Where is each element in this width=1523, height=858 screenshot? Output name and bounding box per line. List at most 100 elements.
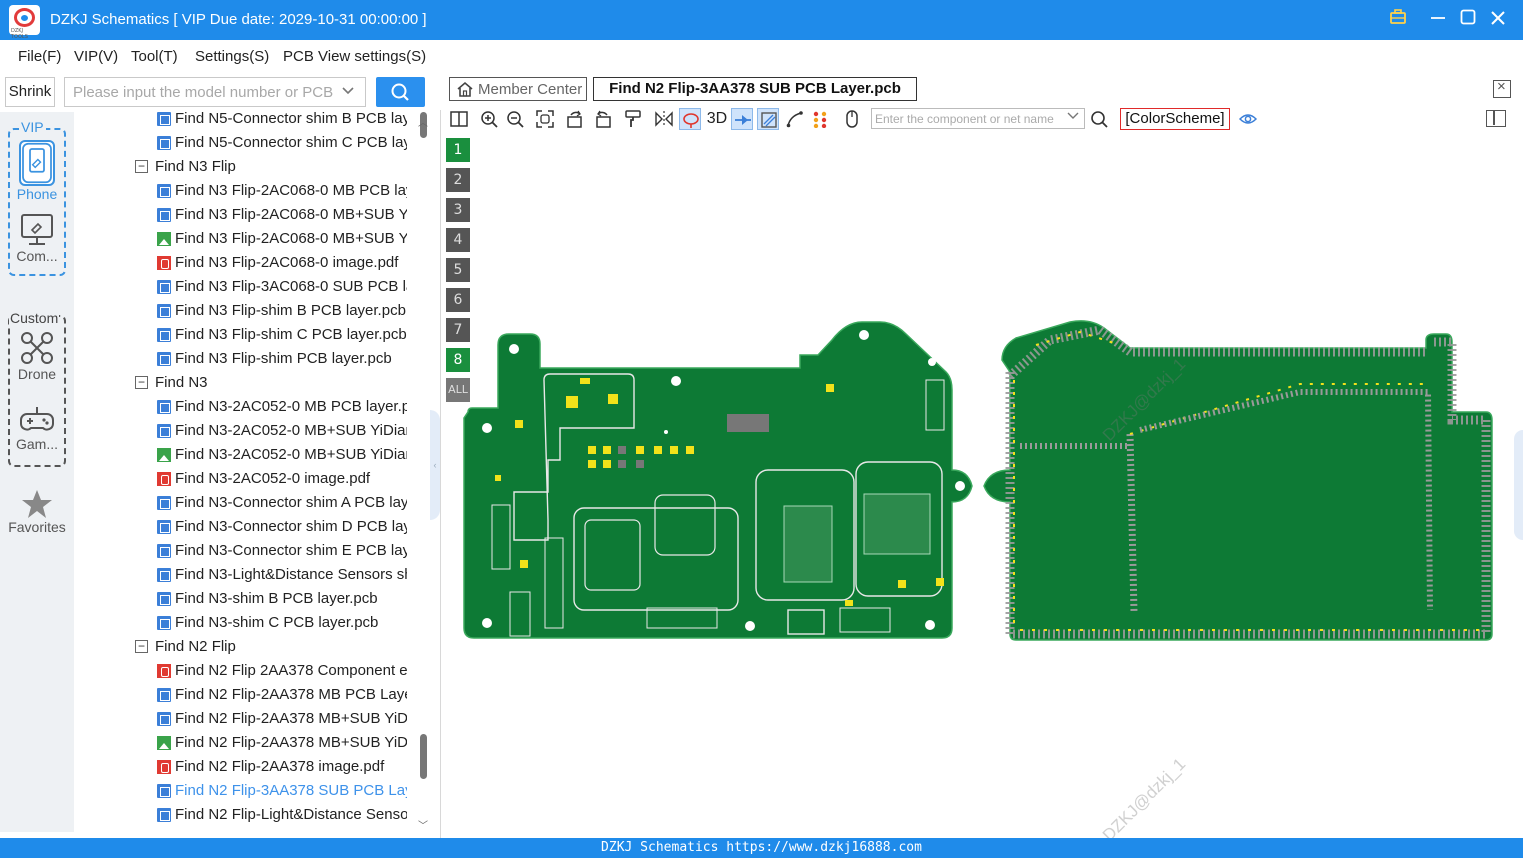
tree-item[interactable]: Find N3-Light&Distance Sensors shim bbox=[74, 563, 414, 587]
panel-collapse-handle[interactable]: ‹ bbox=[430, 410, 440, 520]
highlight-net-icon[interactable] bbox=[679, 108, 701, 130]
tree-item[interactable]: Find N3-2AC052-0 MB PCB layer.pcb bbox=[74, 395, 414, 419]
tree-item[interactable]: Find N2 Flip-2AA378 image.pdf bbox=[74, 755, 414, 779]
search-icon[interactable] bbox=[1088, 108, 1110, 130]
tree-group[interactable]: − Find N3 Flip bbox=[74, 155, 414, 179]
collapse-toggle-icon[interactable]: − bbox=[135, 640, 148, 653]
zoom-in-icon[interactable] bbox=[478, 108, 500, 130]
sidebar-toggle-icon[interactable] bbox=[1486, 110, 1506, 127]
star-icon bbox=[22, 490, 52, 518]
close-all-tabs-icon[interactable] bbox=[1493, 78, 1511, 98]
pad-colors-icon[interactable] bbox=[810, 108, 832, 130]
menu-settings[interactable]: Settings(S) bbox=[195, 48, 269, 65]
tree-item[interactable]: Find N3-shim C PCB layer.pcb bbox=[74, 611, 414, 635]
tab-member-center[interactable]: Member Center bbox=[449, 77, 587, 101]
tree-item[interactable]: Find N2 Flip 2AA378 Component e bbox=[74, 659, 414, 683]
paint-roller-icon[interactable] bbox=[622, 108, 644, 130]
image-file-icon bbox=[157, 736, 171, 750]
tree-item[interactable]: Find N2 Flip-3AA378 SUB PCB Layer bbox=[74, 779, 414, 803]
chevron-down-icon[interactable] bbox=[341, 84, 355, 101]
menu-vip[interactable]: VIP(V) bbox=[74, 48, 118, 65]
chevron-down-icon[interactable] bbox=[1067, 110, 1079, 125]
tree-item-label: Find N3 Flip-shim C PCB layer.pcb bbox=[175, 326, 407, 343]
pcb-file-icon bbox=[157, 280, 171, 294]
pcb-file-icon bbox=[157, 592, 171, 606]
measure-icon[interactable] bbox=[784, 108, 806, 130]
pcb-file-icon bbox=[157, 520, 171, 534]
tree-group[interactable]: − Find N2 Flip bbox=[74, 635, 414, 659]
category-drone[interactable]: Drone bbox=[5, 330, 69, 382]
tree-item[interactable]: Find N3 Flip-2AC068-0 MB PCB layer.pcb bbox=[74, 179, 414, 203]
category-phone-label: Phone bbox=[16, 186, 58, 202]
scroll-up-icon[interactable]: ︿ bbox=[418, 114, 428, 129]
tree-item[interactable]: Find N3-shim B PCB layer.pcb bbox=[74, 587, 414, 611]
tree-item[interactable]: Find N3-2AC052-0 MB+SUB YiDian bbox=[74, 443, 414, 467]
tree-item[interactable]: Find N2 Flip-Light&Distance Sensors bbox=[74, 803, 414, 827]
briefcase-icon[interactable] bbox=[1386, 8, 1410, 32]
category-computer-label: Com... bbox=[16, 248, 58, 264]
net-search-input[interactable] bbox=[872, 109, 1062, 128]
tree-item-label: Find N2 Flip-3AA378 SUB PCB Layer bbox=[175, 782, 407, 799]
menu-tool[interactable]: Tool(T) bbox=[131, 48, 178, 65]
tab-active-file[interactable]: Find N2 Flip-3AA378 SUB PCB Layer.pcb bbox=[593, 77, 917, 101]
tree-item[interactable]: Find N3-2AC052-0 MB+SUB YiDian bbox=[74, 419, 414, 443]
tree-item[interactable]: Find N3 Flip-shim B PCB layer.pcb bbox=[74, 299, 414, 323]
tree-item-label: Find N2 Flip-2AA378 MB+SUB YiDian bbox=[175, 710, 407, 727]
model-search-input[interactable] bbox=[65, 78, 335, 106]
minimize-icon[interactable] bbox=[1426, 8, 1450, 32]
tree-item[interactable]: Find N5-Connector shim B PCB layer.pcb bbox=[74, 112, 414, 131]
tree-item[interactable]: Find N3 Flip-2AC068-0 MB+SUB YiDian bbox=[74, 203, 414, 227]
pcb-board-left[interactable] bbox=[463, 321, 973, 639]
mouse-icon[interactable] bbox=[841, 108, 863, 130]
tree-scrollbar-thumb[interactable] bbox=[420, 734, 427, 779]
pcb-board-right[interactable] bbox=[983, 320, 1493, 641]
board-outline-icon[interactable] bbox=[757, 108, 779, 130]
tree-item[interactable]: Find N3-Connector shim E PCB layer.pcb bbox=[74, 539, 414, 563]
tree-item-label: Find N3 Flip-2AC068-0 image.pdf bbox=[175, 254, 399, 271]
close-icon[interactable] bbox=[1486, 8, 1510, 32]
category-game[interactable]: Gam... bbox=[5, 404, 69, 452]
tree-item[interactable]: Find N3-Connector shim D PCB layer.pcb bbox=[74, 515, 414, 539]
rotate-right-icon[interactable] bbox=[592, 108, 614, 130]
pdf-file-icon bbox=[157, 472, 171, 486]
zoom-out-icon[interactable] bbox=[504, 108, 526, 130]
category-phone[interactable]: Phone bbox=[5, 140, 69, 202]
category-computer[interactable]: Com... bbox=[5, 212, 69, 264]
pin-select-icon[interactable] bbox=[731, 108, 753, 130]
view-3d-button[interactable]: 3D bbox=[704, 108, 730, 130]
collapse-toggle-icon[interactable]: − bbox=[135, 160, 148, 173]
tree-item-label: Find N5-Connector shim C PCB layer.pcb bbox=[175, 134, 407, 151]
search-button[interactable] bbox=[376, 77, 425, 107]
category-favorites[interactable]: Favorites bbox=[5, 489, 69, 535]
tree-item-label: Find N3-Connector shim A PCB layer.pcb bbox=[175, 494, 407, 511]
tree-item[interactable]: Find N3 Flip-shim C PCB layer.pcb bbox=[74, 323, 414, 347]
tree-item[interactable]: Find N2 Flip-2AA378 MB PCB Layer bbox=[74, 683, 414, 707]
maximize-icon[interactable] bbox=[1456, 8, 1480, 32]
tree-item[interactable]: Find N3-2AC052-0 image.pdf bbox=[74, 467, 414, 491]
tree-item[interactable]: Find N3 Flip-3AC068-0 SUB PCB layer.pcb bbox=[74, 275, 414, 299]
pcb-drawing[interactable] bbox=[442, 140, 1522, 836]
shrink-button[interactable]: Shrink bbox=[5, 77, 55, 107]
fit-view-icon[interactable] bbox=[534, 108, 556, 130]
tree-item[interactable]: Find N3 Flip-2AC068-0 MB+SUB YiDian bbox=[74, 227, 414, 251]
mirror-icon[interactable] bbox=[653, 108, 675, 130]
scroll-down-icon[interactable]: ﹀ bbox=[418, 817, 428, 832]
tree-item-label: Find N3 Flip-2AC068-0 MB+SUB YiDian bbox=[175, 206, 407, 223]
tree-group[interactable]: − Find N3 bbox=[74, 371, 414, 395]
logo-text: DZKJ TOOLS bbox=[11, 28, 28, 40]
right-panel-handle[interactable] bbox=[1514, 430, 1523, 540]
eye-icon[interactable] bbox=[1237, 108, 1259, 130]
tree-item[interactable]: Find N3-Connector shim A PCB layer.pcb bbox=[74, 491, 414, 515]
collapse-toggle-icon[interactable]: − bbox=[135, 376, 148, 389]
tree-item[interactable]: Find N3 Flip-2AC068-0 image.pdf bbox=[74, 251, 414, 275]
pcb-canvas[interactable]: DZKJ@dzkj_1 DZKJ@dzkj_1 DZKJ@dzkj_1 DZKJ… bbox=[442, 140, 1522, 845]
tree-item[interactable]: Find N2 Flip-2AA378 MB+SUB YiDian bbox=[74, 731, 414, 755]
color-scheme-button[interactable]: [ColorScheme] bbox=[1120, 108, 1230, 130]
menu-pcb-view-settings[interactable]: PCB View settings(S) bbox=[283, 48, 426, 65]
tree-item[interactable]: Find N2 Flip-2AA378 MB+SUB YiDian bbox=[74, 707, 414, 731]
rotate-left-icon[interactable] bbox=[564, 108, 586, 130]
menu-file[interactable]: File(F) bbox=[18, 48, 61, 65]
split-view-icon[interactable] bbox=[448, 108, 470, 130]
tree-item[interactable]: Find N3 Flip-shim PCB layer.pcb bbox=[74, 347, 414, 371]
tree-item[interactable]: Find N5-Connector shim C PCB layer.pcb bbox=[74, 131, 414, 155]
